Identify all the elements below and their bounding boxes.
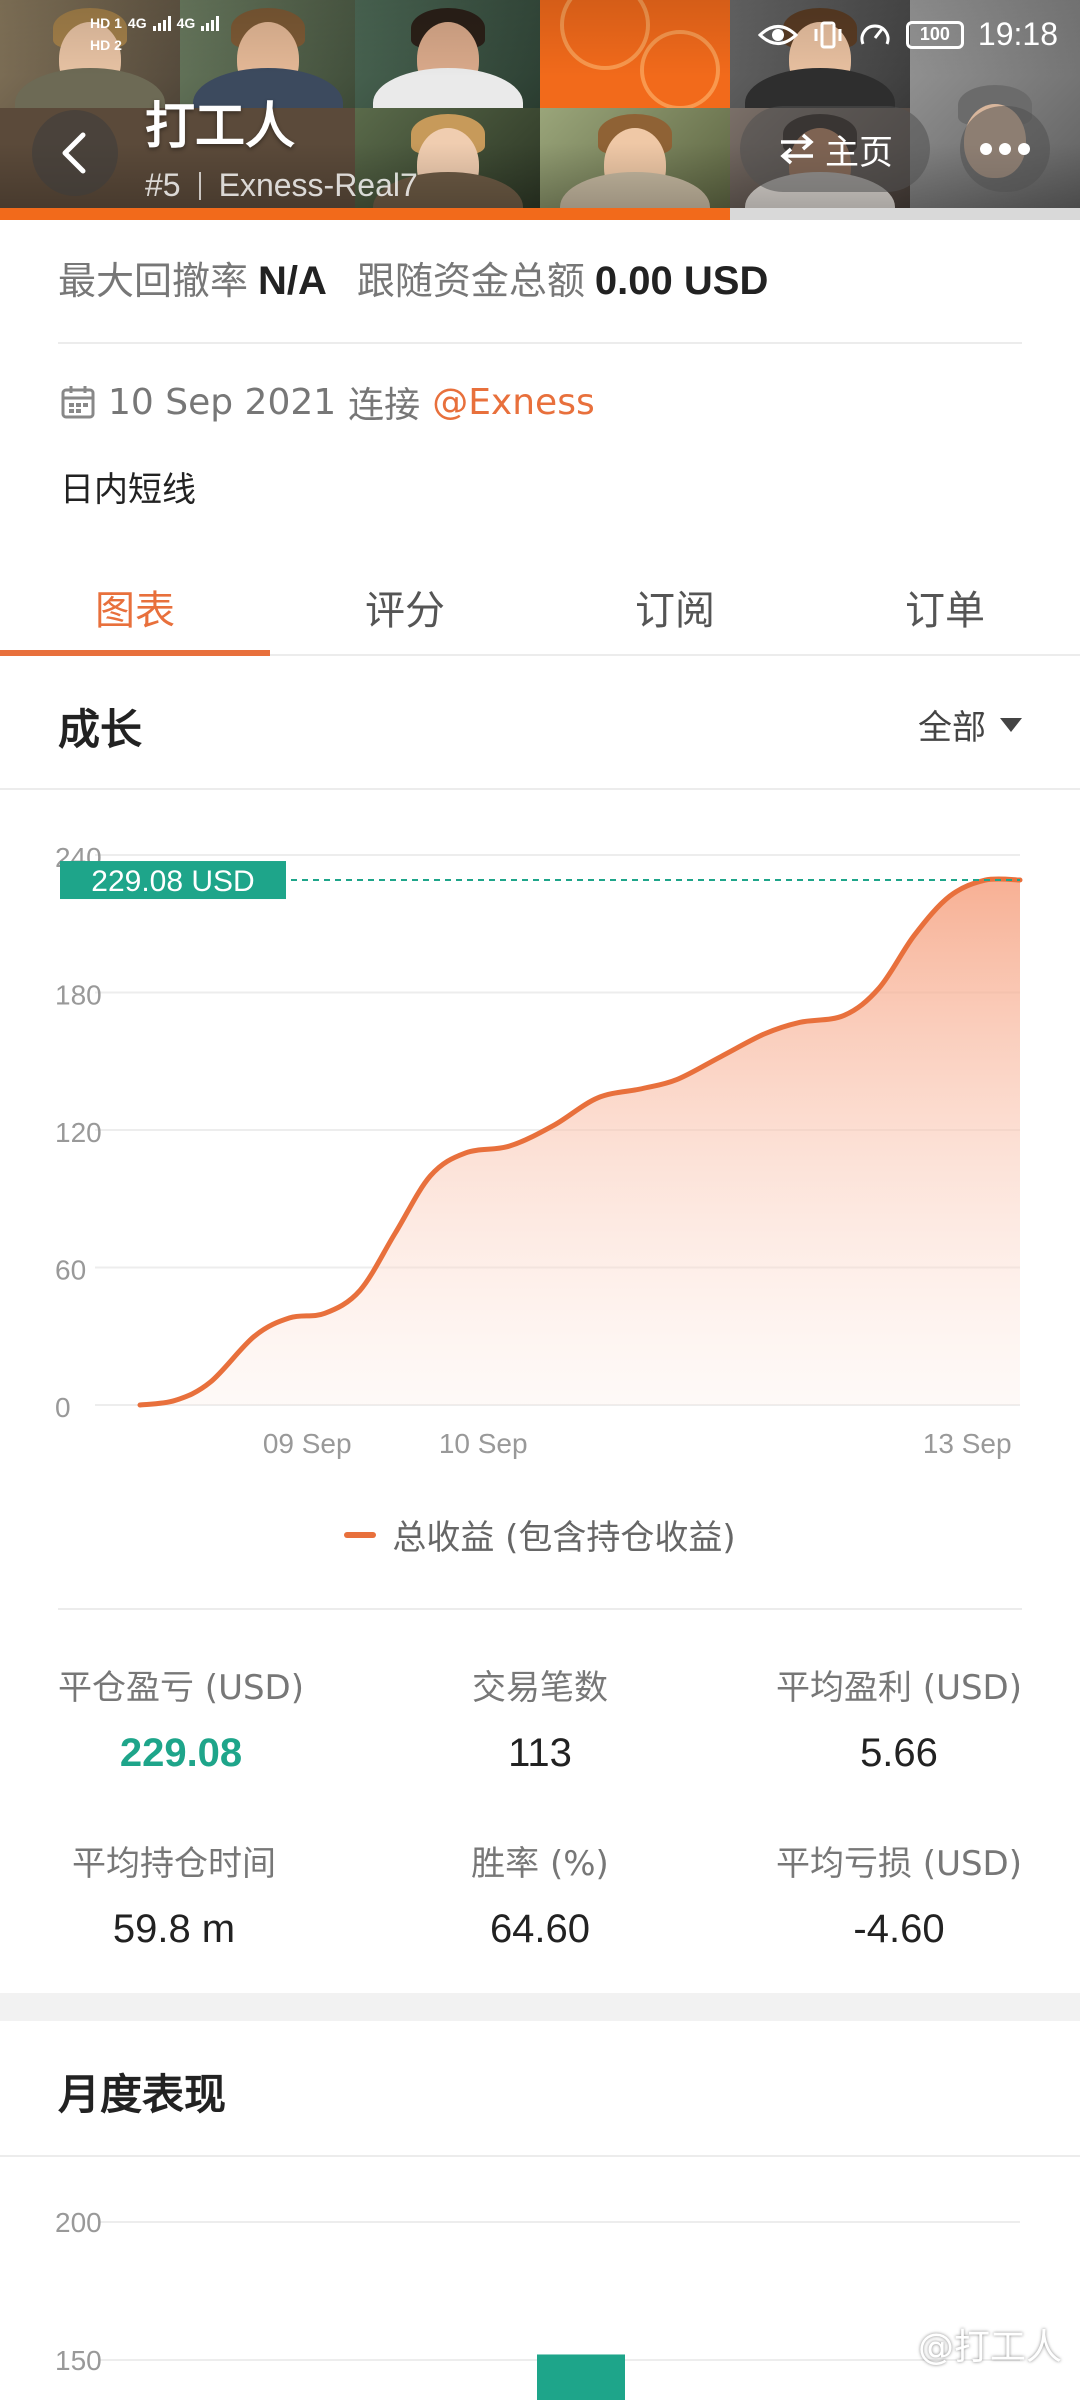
battery-icon: 100 bbox=[905, 20, 964, 49]
monthly-bar[interactable] bbox=[537, 2354, 625, 2400]
stat-label: 交易笔数 bbox=[471, 1668, 608, 1708]
y-tick-label: 60 bbox=[55, 1255, 86, 1286]
stat-closed-pnl: 平仓盈亏 (USD) 229.08 bbox=[58, 1660, 304, 1776]
tab-chart[interactable]: 图表 bbox=[0, 560, 270, 656]
account-info-row: 最大回撤率 N/A 跟随资金总额 0.00 USD bbox=[58, 250, 768, 305]
monthly-title: 月度表现 bbox=[58, 2070, 227, 2119]
divider bbox=[58, 342, 1022, 344]
page-title: 打工人 bbox=[145, 97, 295, 155]
y-tick-label: 180 bbox=[55, 980, 102, 1011]
watermark-logo-icon bbox=[880, 2334, 910, 2357]
hd2-indicator: HD 2 bbox=[90, 37, 122, 53]
growth-title: 成长 bbox=[58, 705, 143, 754]
status-bar-right: 100 19:18 bbox=[757, 16, 1058, 53]
signal-icon bbox=[152, 15, 171, 31]
stat-value: 64.60 bbox=[489, 1907, 591, 1951]
caret-down-icon bbox=[1000, 717, 1022, 732]
stat-label: 平均盈利 (USD) bbox=[776, 1668, 1022, 1708]
chart-legend: 总收益 (包含持仓收益) bbox=[0, 1510, 1080, 1559]
connection-row: 10 Sep 2021 连接 @Exness bbox=[60, 376, 595, 428]
last-value-label: 229.08 USD bbox=[91, 865, 254, 898]
stat-label: 平均持仓时间 bbox=[72, 1844, 276, 1884]
x-tick-label: 10 Sep bbox=[439, 1428, 528, 1459]
stat-label: 平均亏损 (USD) bbox=[776, 1844, 1022, 1884]
x-tick-label: 13 Sep bbox=[923, 1428, 1012, 1459]
connected-date: 10 Sep 2021 bbox=[108, 381, 337, 423]
legend-label: 总收益 (包含持仓收益) bbox=[392, 1518, 736, 1558]
funds-value: 0.00 USD bbox=[594, 259, 769, 303]
stat-value: 229.08 bbox=[119, 1731, 243, 1775]
header-banner: HD 1 4G 4G HD 2 100 19:18 打工人 #5 Exness-… bbox=[0, 0, 1080, 220]
x-tick-label: 09 Sep bbox=[263, 1428, 352, 1459]
stat-value: -4.60 bbox=[853, 1907, 945, 1951]
watermark: @打工人 bbox=[878, 2318, 1062, 2370]
chevron-left-icon bbox=[62, 132, 86, 174]
y-tick-label: 0 bbox=[55, 1392, 71, 1423]
watermark-text: @打工人 bbox=[917, 2327, 1062, 2368]
strategy-description: 日内短线 bbox=[60, 470, 196, 510]
home-button-label: 主页 bbox=[825, 132, 893, 173]
calendar-icon bbox=[61, 386, 95, 419]
more-dots-icon bbox=[980, 143, 992, 155]
network-type: 4G bbox=[176, 15, 196, 31]
stat-avg-loss: 平均亏损 (USD) -4.60 bbox=[776, 1836, 1022, 1952]
signal-icon bbox=[201, 15, 220, 31]
stat-label: 平仓盈亏 (USD) bbox=[58, 1668, 304, 1708]
account-subtitle: #5 Exness-Real7 bbox=[145, 167, 418, 204]
rank-label: #5 bbox=[145, 167, 181, 203]
stat-trade-count: 交易笔数 113 bbox=[379, 1660, 700, 1776]
tab-orders[interactable]: 订单 bbox=[810, 560, 1080, 654]
range-filter-dropdown[interactable]: 全部 bbox=[918, 700, 1022, 749]
clock: 19:18 bbox=[977, 16, 1058, 52]
speed-icon bbox=[860, 24, 890, 45]
more-button[interactable] bbox=[960, 106, 1050, 192]
tab-rating[interactable]: 评分 bbox=[270, 560, 540, 654]
stat-win-rate: 胜率 (%) 64.60 bbox=[379, 1836, 700, 1952]
stat-value: 113 bbox=[508, 1731, 572, 1775]
stat-value: 5.66 bbox=[860, 1731, 938, 1775]
stats-panel: 平仓盈亏 (USD) 229.08 交易笔数 113 平均盈利 (USD) 5.… bbox=[58, 1608, 1022, 1952]
growth-section-header: 成长 全部 bbox=[0, 660, 1080, 790]
growth-chart: 060120180240 229.08 USD 09 Sep 10 Sep 13 S… bbox=[55, 842, 1023, 1459]
connected-label: 连接 bbox=[348, 385, 421, 426]
monthly-section-header: 月度表现 bbox=[0, 2021, 1080, 2157]
legend-swatch bbox=[344, 1531, 377, 1538]
tab-bar: 图表 评分 订阅 订单 bbox=[0, 560, 1080, 656]
status-bar-left: HD 1 4G 4G HD 2 bbox=[90, 14, 220, 54]
vibrate-icon bbox=[814, 21, 842, 48]
section-separator bbox=[0, 1993, 1080, 2021]
hd1-indicator: HD 1 bbox=[90, 15, 122, 31]
stat-avg-hold-time: 平均持仓时间 59.8 m bbox=[72, 1836, 276, 1952]
drawdown-label: 最大回撤率 bbox=[58, 259, 249, 303]
account-name: Exness-Real7 bbox=[218, 167, 418, 203]
tab-subscribe[interactable]: 订阅 bbox=[540, 560, 810, 654]
y-tick-label: 200 bbox=[55, 2207, 102, 2238]
funds-label: 跟随资金总额 bbox=[356, 259, 585, 303]
eye-icon bbox=[757, 24, 798, 45]
swap-icon bbox=[780, 133, 814, 165]
range-filter-label: 全部 bbox=[918, 708, 986, 748]
drawdown-value: N/A bbox=[258, 259, 327, 303]
stat-avg-profit: 平均盈利 (USD) 5.66 bbox=[776, 1660, 1022, 1776]
back-button[interactable] bbox=[32, 110, 118, 196]
network-type: 4G bbox=[127, 15, 147, 31]
y-tick-label: 150 bbox=[55, 2345, 102, 2376]
stat-value: 59.8 m bbox=[112, 1907, 236, 1951]
home-button[interactable]: 主页 bbox=[740, 106, 930, 192]
broker-link[interactable]: @Exness bbox=[432, 382, 595, 423]
y-tick-label: 120 bbox=[55, 1117, 102, 1148]
stat-label: 胜率 (%) bbox=[471, 1844, 609, 1884]
